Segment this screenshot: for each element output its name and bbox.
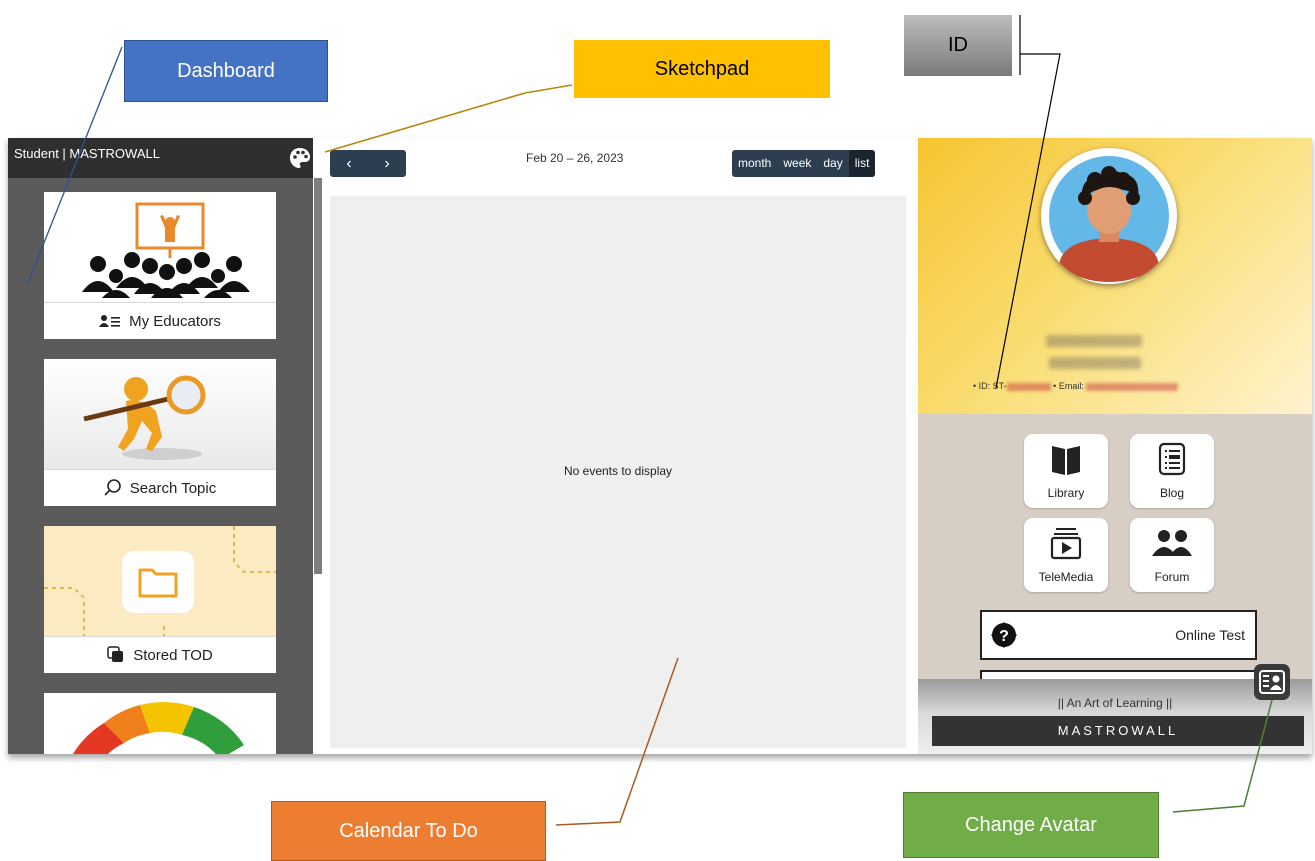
stored-tod-card[interactable]: Stored TOD bbox=[44, 526, 276, 673]
search-illustration bbox=[44, 359, 276, 470]
palette-icon[interactable] bbox=[289, 147, 311, 169]
my-educators-card[interactable]: My Educators bbox=[44, 192, 276, 339]
profile-card: • ID: ST- • Email: bbox=[918, 138, 1312, 414]
footer-banner: || An Art of Learning || MASTROWALL bbox=[918, 679, 1312, 754]
online-test-button[interactable]: ? Online Test bbox=[980, 610, 1257, 660]
app-window: Student | MASTROWALL My Educators Search… bbox=[8, 138, 1312, 754]
stored-tod-label-row: Stored TOD bbox=[44, 636, 276, 673]
calendar-list-view: No events to display bbox=[330, 196, 906, 748]
redacted-email bbox=[1086, 382, 1179, 391]
sidebar-header: Student | MASTROWALL bbox=[8, 138, 313, 178]
blog-icon bbox=[1158, 442, 1186, 476]
svg-text:?: ? bbox=[999, 628, 1009, 645]
redacted-student-name bbox=[1049, 357, 1141, 369]
footer-tagline: || An Art of Learning || bbox=[1057, 696, 1173, 710]
classroom-illustration bbox=[82, 202, 250, 298]
view-week-button[interactable]: week bbox=[777, 150, 817, 177]
calendar-view-switcher: month week day list bbox=[732, 150, 876, 177]
id-card-icon bbox=[1259, 670, 1285, 694]
prev-week-button[interactable]: ‹ bbox=[330, 150, 368, 177]
performance-card[interactable] bbox=[44, 693, 276, 754]
folder-illustration bbox=[44, 526, 276, 637]
redacted-school-name bbox=[1046, 335, 1142, 347]
telemedia-label: TeleMedia bbox=[1038, 570, 1094, 584]
search-topic-card[interactable]: Search Topic bbox=[44, 359, 276, 506]
dashboard-sidebar: Student | MASTROWALL My Educators Search… bbox=[8, 138, 313, 754]
gauge-icon bbox=[73, 702, 244, 754]
book-icon bbox=[1052, 446, 1080, 475]
blog-label: Blog bbox=[1159, 486, 1185, 500]
next-week-button[interactable]: › bbox=[368, 150, 406, 177]
avatar bbox=[1041, 148, 1177, 284]
view-list-button[interactable]: list bbox=[848, 150, 876, 177]
no-events-message: No events to display bbox=[563, 464, 673, 478]
library-tile[interactable]: Library bbox=[1024, 434, 1108, 508]
sidebar-title: Student | MASTROWALL bbox=[14, 146, 160, 161]
question-icon: ? bbox=[991, 622, 1017, 648]
video-icon bbox=[1050, 528, 1082, 560]
online-test-label: Online Test bbox=[1175, 627, 1245, 643]
id-prefix: • ID: ST- bbox=[973, 381, 1007, 391]
forum-tile[interactable]: Forum bbox=[1130, 518, 1214, 592]
email-prefix: • Email: bbox=[1053, 381, 1084, 391]
my-educators-label-row: My Educators bbox=[44, 302, 276, 339]
sidebar-scrollbar[interactable] bbox=[314, 178, 322, 574]
blog-tile[interactable]: Blog bbox=[1130, 434, 1214, 508]
view-day-button[interactable]: day bbox=[817, 150, 848, 177]
student-id-line: • ID: ST- • Email: bbox=[973, 381, 1179, 391]
forum-label: Forum bbox=[1154, 570, 1190, 584]
change-avatar-callout: Change Avatar bbox=[903, 792, 1159, 858]
library-label: Library bbox=[1047, 486, 1085, 500]
layers-icon bbox=[107, 646, 124, 662]
search-topic-label: Search Topic bbox=[129, 479, 217, 497]
users-icon bbox=[1152, 530, 1192, 556]
calendar-nav-group: ‹ › bbox=[330, 150, 406, 177]
profile-panel: • ID: ST- • Email: Library Blog TeleMedi… bbox=[918, 138, 1312, 754]
search-icon bbox=[104, 479, 121, 496]
my-educators-label: My Educators bbox=[129, 312, 221, 330]
id-callout: ID bbox=[904, 15, 1012, 76]
change-avatar-button[interactable] bbox=[1254, 664, 1290, 700]
stored-tod-label: Stored TOD bbox=[133, 646, 213, 664]
view-month-button[interactable]: month bbox=[732, 150, 777, 177]
educators-icon bbox=[99, 315, 121, 327]
calendar-date-range: Feb 20 – 26, 2023 bbox=[526, 151, 624, 165]
dashboard-callout: Dashboard bbox=[124, 40, 328, 102]
sketchpad-callout: Sketchpad bbox=[574, 40, 830, 98]
redacted-id bbox=[1006, 382, 1051, 391]
footer-brand: MASTROWALL bbox=[932, 716, 1304, 746]
search-topic-label-row: Search Topic bbox=[44, 469, 276, 506]
telemedia-tile[interactable]: TeleMedia bbox=[1024, 518, 1108, 592]
calendar-todo-callout: Calendar To Do bbox=[271, 801, 546, 861]
